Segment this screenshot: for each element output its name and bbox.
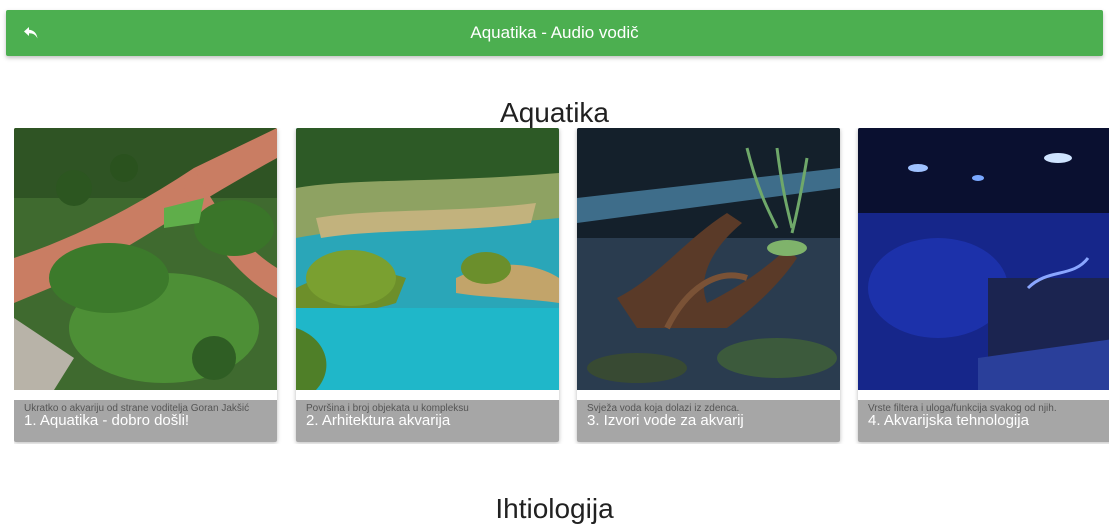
card-aquarium-technology[interactable]: 4. Akvarijska tehnologija Vrste filtera … bbox=[858, 128, 1109, 442]
app-title: Aquatika - Audio vodič bbox=[470, 23, 639, 42]
card-description: Ukratko o akvariju od strane voditelja G… bbox=[24, 403, 250, 414]
card-description: Površina i broj objekata u kompleksu bbox=[306, 403, 469, 414]
card-image-lakes bbox=[296, 128, 559, 390]
card-water-sources[interactable]: 3. Izvori vode za akvarij Svježa voda ko… bbox=[577, 128, 840, 442]
card-image-park bbox=[14, 128, 277, 390]
back-button[interactable] bbox=[20, 22, 42, 44]
card-image-aquarium-driftwood bbox=[577, 128, 840, 390]
card-architecture[interactable]: 2. Arhitektura akvarija Površina i broj … bbox=[296, 128, 559, 442]
card-description: Svježa voda koja dolazi iz zdenca. bbox=[587, 403, 740, 414]
card-description: Vrste filtera i uloga/funkcija svakog od… bbox=[868, 403, 1057, 414]
card-list: 1. Aquatika - dobro došli! Ukratko o akv… bbox=[14, 128, 1109, 444]
card-image-aquarium-blue bbox=[858, 128, 1109, 390]
card-aquatika-welcome[interactable]: 1. Aquatika - dobro došli! Ukratko o akv… bbox=[14, 128, 277, 442]
app-bar: Aquatika - Audio vodič bbox=[6, 10, 1103, 56]
section-title-ihtiologija: Ihtiologija bbox=[495, 493, 614, 525]
section-title-aquatika: Aquatika bbox=[500, 97, 609, 129]
back-arrow-icon bbox=[24, 27, 38, 39]
